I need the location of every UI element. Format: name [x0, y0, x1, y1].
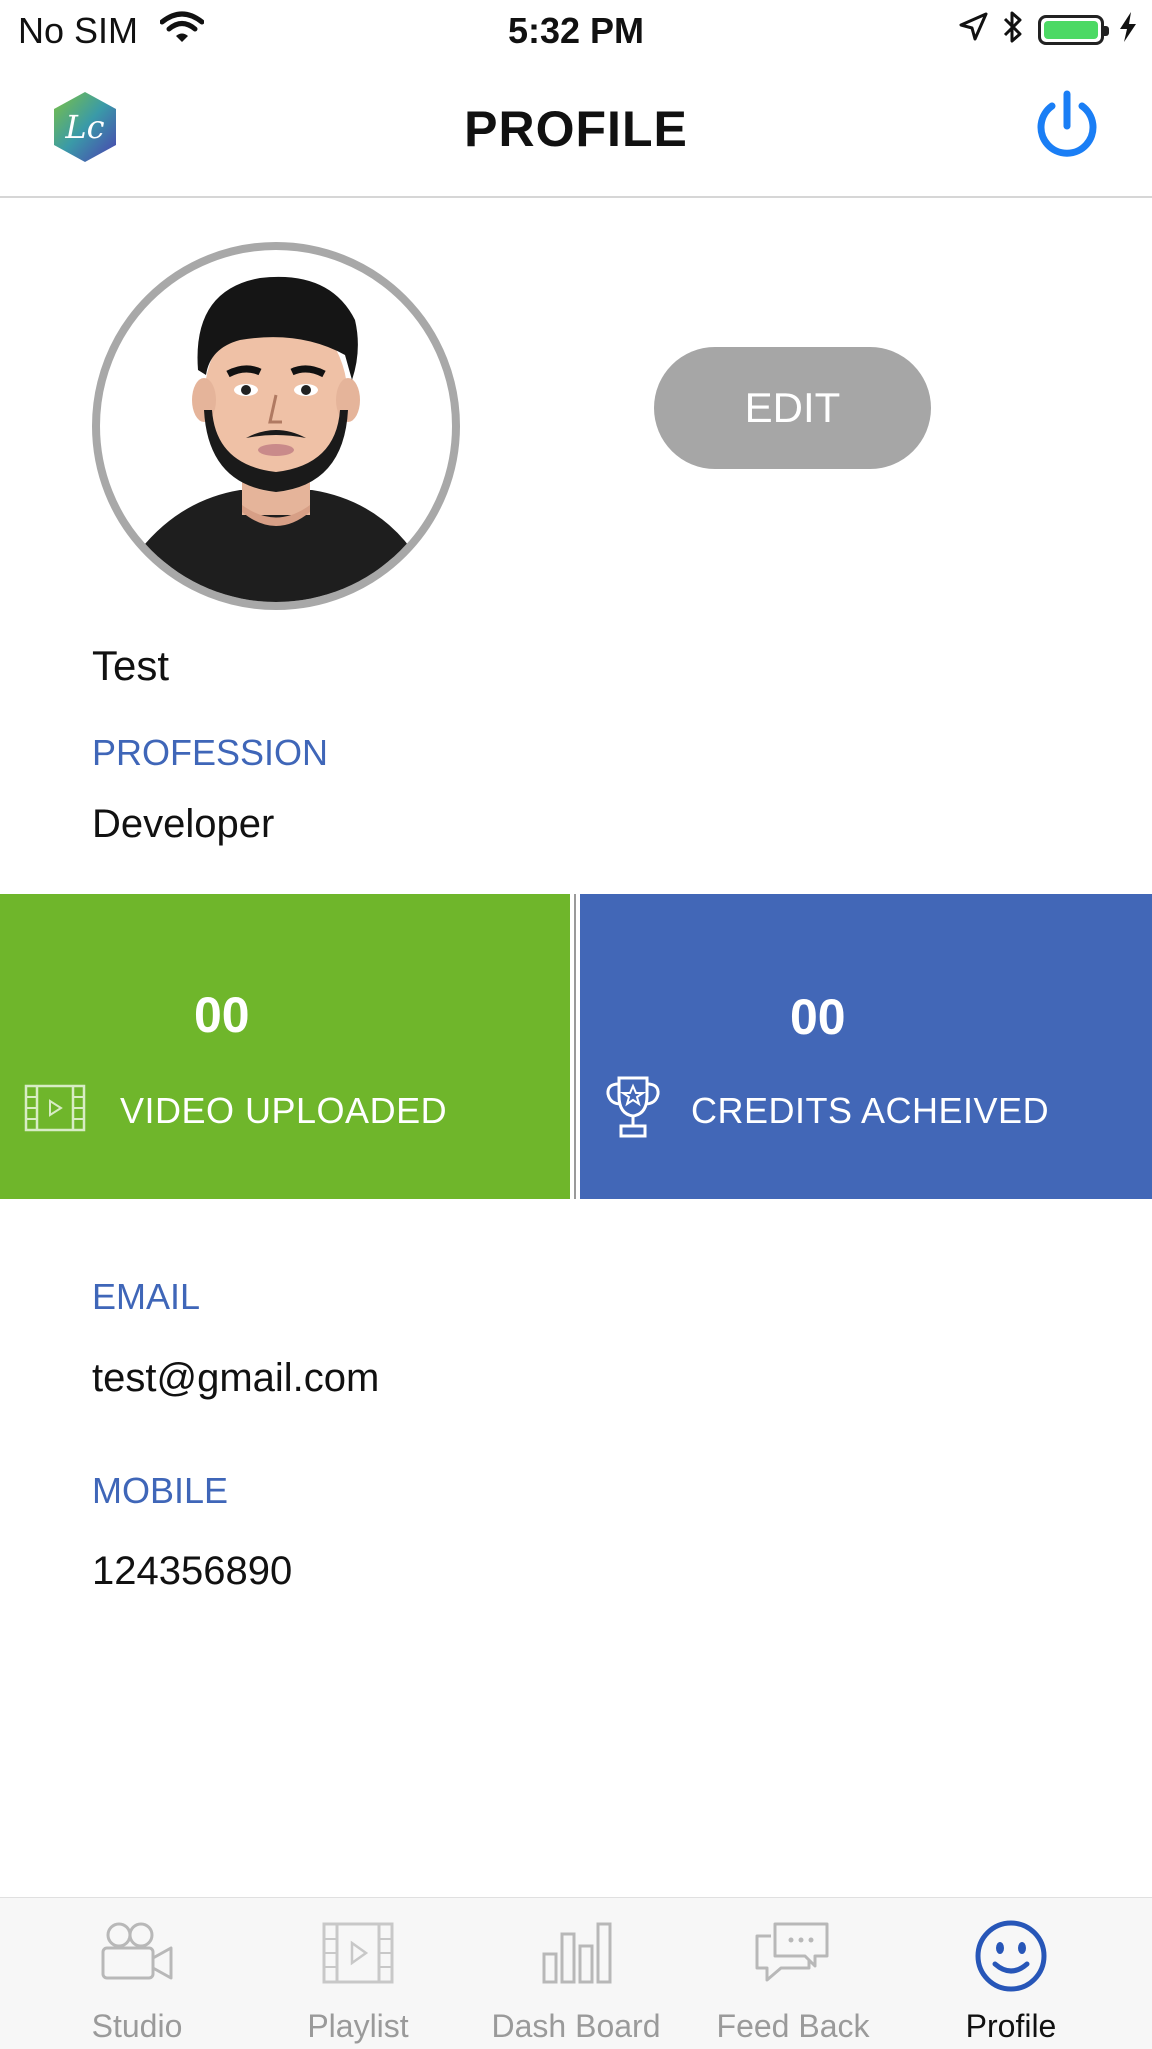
email-label: EMAIL [92, 1276, 201, 1317]
charging-bolt-icon [1118, 11, 1138, 48]
edit-button[interactable]: EDIT [654, 347, 931, 469]
tab-profile[interactable]: Profile [896, 1898, 1126, 2049]
mobile-label: MOBILE [92, 1470, 229, 1511]
status-bar: No SIM 5:32 PM [0, 0, 1152, 64]
profession-value: Developer [92, 802, 275, 846]
credits-achieved-label: CREDITS ACHEIVED [691, 1090, 1050, 1131]
videos-uploaded-count: 00 [194, 987, 250, 1043]
profile-name: Test [92, 642, 170, 689]
battery-icon [1038, 14, 1109, 45]
tab-profile-label: Profile [965, 2008, 1057, 2044]
film-icon [322, 1922, 394, 1984]
film-icon [24, 1084, 86, 1137]
power-icon[interactable] [1032, 88, 1102, 167]
avatar [92, 242, 460, 610]
credits-achieved-count: 00 [790, 989, 846, 1045]
mobile-value: 124356890 [92, 1549, 293, 1593]
tab-studio-label: Studio [91, 2008, 183, 2044]
tab-feedback[interactable]: Feed Back [678, 1898, 908, 2049]
bluetooth-icon [1002, 10, 1024, 49]
video-camera-icon [101, 1922, 173, 1980]
tab-feedback-label: Feed Back [716, 2008, 870, 2044]
tab-dashboard[interactable]: Dash Board [461, 1898, 691, 2049]
videos-uploaded-label: VIDEO UPLOADED [120, 1090, 448, 1131]
videos-uploaded-card[interactable]: 00 VIDEO UPLOADED [0, 894, 570, 1199]
credits-achieved-card[interactable]: 00 CREDITS ACHEIVED [580, 894, 1152, 1199]
tab-bar: Studio Playlist Dash Board Feed Back Pro… [0, 1897, 1152, 2049]
smiley-icon [975, 1920, 1047, 1992]
tab-studio[interactable]: Studio [22, 1898, 252, 2049]
profession-label: PROFESSION [92, 732, 329, 773]
navigation-bar: Lc PROFILE [0, 64, 1152, 198]
stats-divider [570, 894, 580, 1199]
tab-playlist[interactable]: Playlist [243, 1898, 473, 2049]
bar-chart-icon [542, 1922, 612, 1984]
email-value: test@gmail.com [92, 1356, 380, 1400]
page-title: PROFILE [464, 101, 688, 157]
avatar-illustration [140, 276, 412, 602]
chat-icon [755, 1922, 829, 1982]
location-arrow-icon [958, 12, 988, 47]
trophy-icon [604, 1074, 662, 1145]
tab-playlist-label: Playlist [307, 2008, 409, 2044]
tab-dashboard-label: Dash Board [491, 2008, 661, 2044]
